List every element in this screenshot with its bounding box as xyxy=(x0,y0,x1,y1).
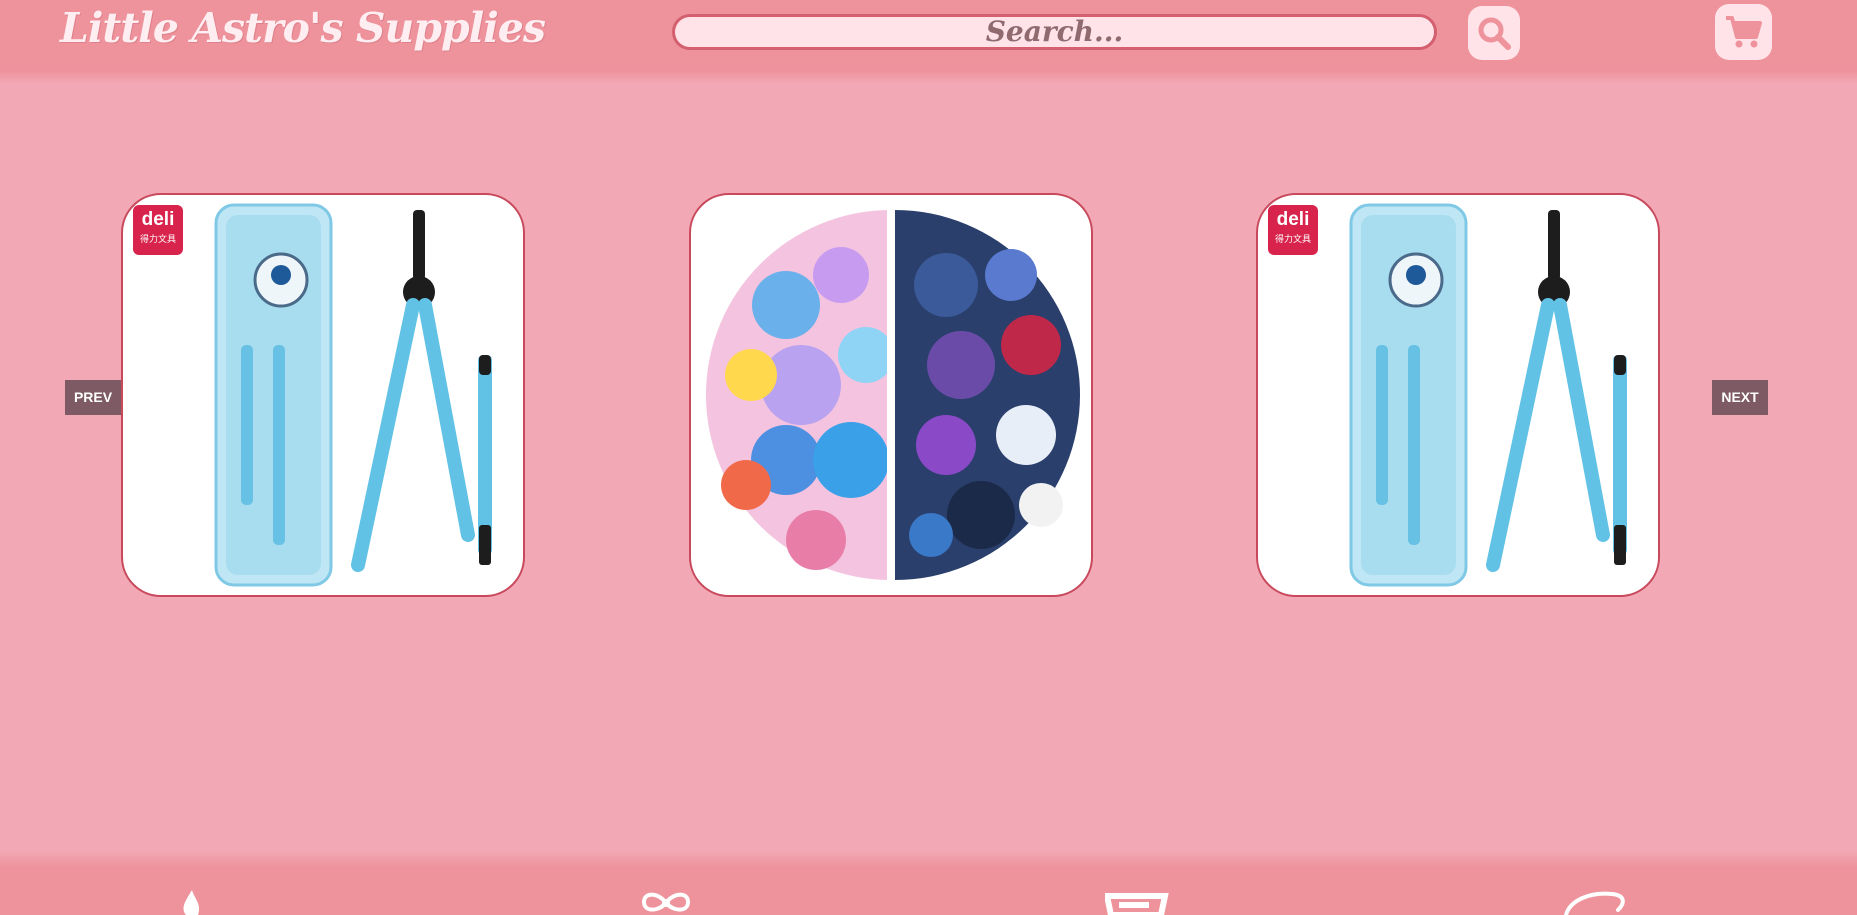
product-card-compass-set[interactable]: deli 得力文具 xyxy=(1256,193,1660,597)
flame-icon[interactable] xyxy=(172,890,208,915)
bow-icon[interactable] xyxy=(640,892,692,915)
site-header: Little Astro's Supplies Search... xyxy=(0,0,1857,84)
site-footer xyxy=(0,850,1857,915)
search-input[interactable]: Search... xyxy=(672,14,1437,50)
compass-set-image xyxy=(214,203,492,587)
space-stickers-image xyxy=(706,210,1080,580)
planet-icon[interactable] xyxy=(1560,890,1632,915)
cart-button[interactable] xyxy=(1715,4,1772,60)
product-card-space-stickers[interactable] xyxy=(689,193,1093,597)
brand-badge-name: deli xyxy=(1276,209,1310,230)
brand-badge: deli 得力文具 xyxy=(1268,205,1318,255)
compass-set-image xyxy=(1349,203,1627,587)
stationery-icon[interactable] xyxy=(1105,892,1169,915)
search-icon xyxy=(1478,17,1511,50)
brand-badge-sub: 得力文具 xyxy=(139,234,176,244)
cart-icon xyxy=(1726,16,1762,48)
product-card-compass-set[interactable]: deli 得力文具 xyxy=(121,193,525,597)
search-button[interactable] xyxy=(1468,6,1520,60)
site-logo[interactable]: Little Astro's Supplies xyxy=(60,4,546,64)
brand-badge-sub: 得力文具 xyxy=(1274,234,1311,244)
brand-badge-name: deli xyxy=(141,209,175,230)
next-button[interactable]: NEXT xyxy=(1712,380,1768,415)
prev-button[interactable]: PREV xyxy=(65,380,121,415)
brand-badge: deli 得力文具 xyxy=(133,205,183,255)
